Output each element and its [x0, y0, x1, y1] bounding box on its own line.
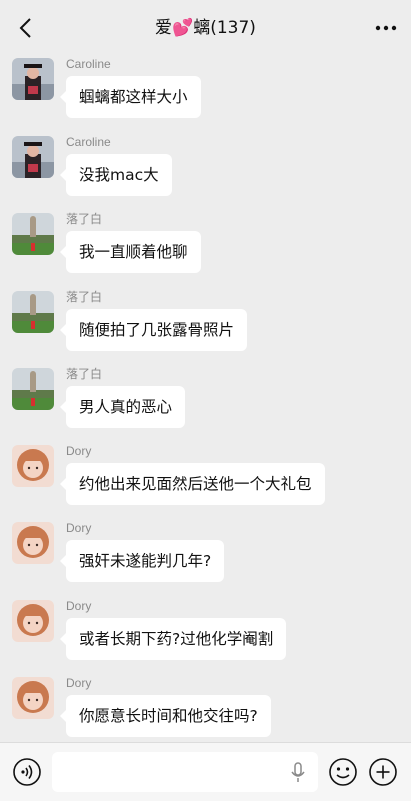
girl-avatar-icon — [12, 445, 54, 487]
avatar[interactable] — [12, 522, 54, 564]
sender-name: Dory — [66, 521, 92, 535]
emoji-icon — [329, 758, 357, 786]
message-item: Dory 或者长期下药?过他化学阉割 — [0, 598, 411, 676]
girl-avatar-icon — [12, 600, 54, 642]
sender-name: 落了白 — [66, 212, 103, 226]
avatar[interactable] — [12, 677, 54, 719]
plus-button[interactable] — [368, 757, 398, 787]
avatar[interactable] — [12, 58, 54, 100]
sender-name: Dory — [66, 676, 92, 690]
avatar[interactable] — [12, 213, 54, 255]
more-button[interactable] — [371, 12, 401, 44]
message-bubble[interactable]: 没我mac大 — [60, 154, 172, 196]
message-item: Caroline 蝈螭都这样大小 — [0, 56, 411, 134]
microphone-icon — [291, 762, 305, 782]
avatar[interactable] — [12, 368, 54, 410]
message-item: 落了白 随便拍了几张露骨照片 — [0, 289, 411, 367]
message-bubble[interactable]: 强奸未遂能判几年? — [59, 540, 225, 582]
sender-name: 落了白 — [66, 367, 103, 381]
emoji-button[interactable] — [328, 757, 358, 787]
message-list[interactable]: Caroline 蝈螭都这样大小 Caroline 没我mac大 落了白 我一直… — [0, 56, 411, 740]
more-dots-icon — [375, 25, 397, 31]
message-bubble[interactable]: 男人真的恶心 — [59, 386, 186, 428]
voice-icon — [13, 758, 41, 786]
plus-icon — [369, 758, 397, 786]
message-bubble[interactable]: 蝈螭都这样大小 — [60, 76, 201, 118]
graduate-avatar-icon — [12, 58, 54, 100]
message-item: Dory 强奸未遂能判几年? — [0, 520, 411, 598]
message-input[interactable] — [52, 752, 318, 792]
girl-avatar-icon — [12, 522, 54, 564]
graduate-avatar-icon — [12, 136, 54, 178]
sender-name: Caroline — [66, 135, 111, 149]
message-item: 落了白 我一直顺着他聊 — [0, 211, 411, 289]
sender-name: Dory — [66, 444, 92, 458]
message-bubble[interactable]: 或者长期下药?过他化学阉割 — [59, 618, 287, 660]
sender-name: Dory — [66, 599, 92, 613]
message-item: Dory 你愿意长时间和他交往吗? — [0, 675, 411, 740]
avatar[interactable] — [12, 136, 54, 178]
message-bubble[interactable]: 随便拍了几张露骨照片 — [59, 309, 248, 351]
message-item: Caroline 没我mac大 — [0, 134, 411, 212]
sender-name: Caroline — [66, 57, 111, 71]
statue-avatar-icon — [12, 291, 54, 333]
girl-avatar-icon — [12, 677, 54, 719]
avatar[interactable] — [12, 600, 54, 642]
top-bar: 爱💕螭(137) — [0, 0, 411, 56]
avatar[interactable] — [12, 291, 54, 333]
message-bubble[interactable]: 我一直顺着他聊 — [60, 231, 201, 273]
message-item: 落了白 男人真的恶心 — [0, 366, 411, 444]
sender-name: 落了白 — [66, 290, 103, 304]
chat-title: 爱💕螭(137) — [155, 18, 256, 38]
avatar[interactable] — [12, 445, 54, 487]
microphone-button[interactable] — [290, 762, 306, 784]
message-bubble[interactable]: 约他出来见面然后送他一个大礼包 — [60, 463, 325, 505]
message-item: Dory 约他出来见面然后送他一个大礼包 — [0, 443, 411, 521]
statue-avatar-icon — [12, 213, 54, 255]
statue-avatar-icon — [12, 368, 54, 410]
voice-button[interactable] — [12, 757, 42, 787]
input-bar — [0, 742, 411, 801]
message-bubble[interactable]: 你愿意长时间和他交往吗? — [60, 695, 271, 737]
